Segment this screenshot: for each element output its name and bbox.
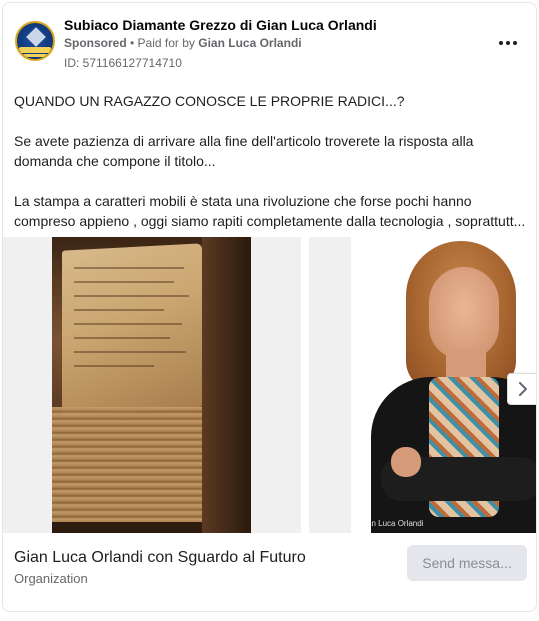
book-text-line [74,365,154,367]
carousel-next-button[interactable] [507,373,536,405]
post-body: QUANDO UN RAGAZZO CONOSCE LE PROPRIE RAD… [14,91,529,251]
logo-band-small [23,54,47,57]
logo-band [19,47,51,53]
cta-title[interactable]: Gian Luca Orlandi con Sguardo al Futuro [14,549,306,567]
book-spine [202,237,251,533]
send-message-button[interactable]: Send messa... [407,545,527,581]
book-text-line [74,351,186,353]
logo-diamond [26,27,46,47]
payer-name: Gian Luca Orlandi [198,36,302,50]
book-text-line [74,295,189,297]
sponsored-line: Sponsored • Paid for by Gian Luca Orland… [64,36,302,50]
menu-dot [499,41,503,45]
old-book-image [52,237,251,533]
more-options-icon[interactable] [493,31,523,55]
carousel-slide-1[interactable] [3,237,301,533]
carousel-slide-2[interactable]: Gian Luca Orlandi [309,237,536,533]
menu-dot [506,41,510,45]
image-carousel[interactable]: Gian Luca Orlandi [3,237,536,533]
ad-card: Subiaco Diamante Grezzo di Gian Luca Orl… [2,2,537,612]
body-paragraph-3[interactable]: La stampa a caratteri mobili è stata una… [14,191,529,231]
cta-subtitle: Organization [14,571,88,586]
menu-dot [513,41,517,45]
book-text-line [74,337,170,339]
book-text-line [74,281,174,283]
image-credit: Gian Luca Orlandi [359,519,424,528]
book-text-line [74,267,184,269]
chevron-right-icon [519,382,527,396]
page-logo-icon[interactable] [15,21,55,61]
ad-id: ID: 571166127714710 [64,56,182,70]
portrait-hand [391,447,421,477]
body-paragraph-1: QUANDO UN RAGAZZO CONOSCE LE PROPRIE RAD… [14,93,405,109]
page-name[interactable]: Subiaco Diamante Grezzo di Gian Luca Orl… [64,17,377,33]
sponsored-label[interactable]: Sponsored [64,36,127,50]
paid-for-prefix: Paid for by [137,36,199,50]
book-page [62,243,202,416]
post-header: Subiaco Diamante Grezzo di Gian Luca Orl… [3,3,536,81]
meta-separator: • [126,36,138,50]
book-text-line [74,323,182,325]
body-paragraph-2: Se avete pazienza di arrivare alla fine … [14,133,474,169]
book-text-line [74,309,164,311]
portrait-face [429,267,499,359]
